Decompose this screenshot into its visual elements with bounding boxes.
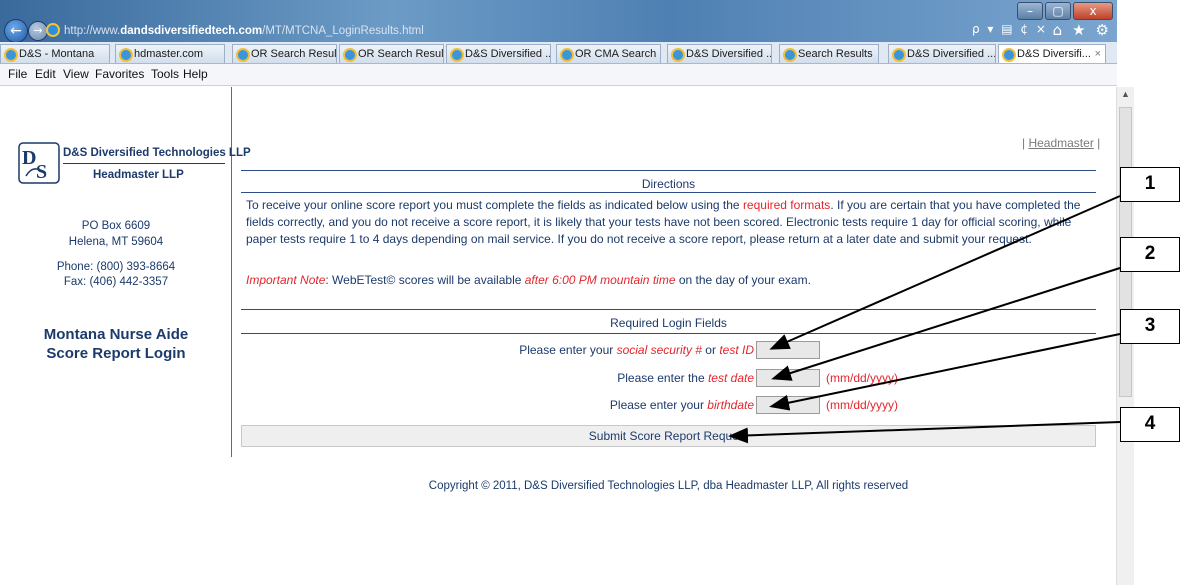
web-page: D S D&S Diversified Technologies LLP Hea… [0,87,1116,585]
tab-close-icon[interactable]: × [1095,45,1101,63]
tab-dands-montana[interactable]: D&S - Montana [0,44,110,63]
time-warning: after 6:00 PM mountain time [524,273,676,287]
directions-heading: Directions [641,177,696,191]
test-date-format: (mm/dd/yyyy) [826,371,898,385]
callout-1: 1 [1120,167,1180,202]
menu-view[interactable]: View [63,67,89,81]
company-subname: Headmaster LLP [93,169,184,181]
login-title-line-2: Score Report Login [46,345,186,362]
tab-dands-3[interactable]: D&S Diversified ... [888,44,996,63]
tab-dands-1[interactable]: D&S Diversified ... [446,44,551,63]
tab-strip: D&S - Montana hdmaster.com OR Search Res… [0,42,1117,64]
login-heading: Required Login Fields [610,316,727,330]
menu-tools[interactable]: Tools [151,67,179,81]
directions-bottom-rule [241,192,1096,193]
city-line: Helena, MT 59604 [68,236,164,248]
scroll-up-icon[interactable]: ▲ [1117,89,1134,103]
tab-or-search-2[interactable]: OR Search Results [339,44,444,63]
company-divider [63,163,225,164]
tab-dands-2[interactable]: D&S Diversified ... [667,44,772,63]
menu-favorites[interactable]: Favorites [95,67,144,81]
menu-file[interactable]: File [8,67,27,81]
home-icon[interactable]: ⌂ [1053,21,1063,39]
phone-line: Phone: (800) 393-8664 [56,261,176,273]
fax-line: Fax: (406) 442-3357 [63,276,169,288]
ds-logo: D S [18,142,60,184]
login-bottom-rule [241,333,1096,334]
headmaster-link[interactable]: Headmaster [1028,136,1093,150]
address-tools[interactable]: ρ ▾ ▤ ¢ × [972,22,1048,36]
tab-or-search-1[interactable]: OR Search Results [232,44,337,63]
url-prefix: http://www. [64,25,121,37]
tab-hdmaster[interactable]: hdmaster.com [115,44,225,63]
url-host: dandsdiversifiedtech.com [120,25,263,37]
important-note: Important Note: WebETest© scores will be… [246,273,811,287]
callout-4: 4 [1120,407,1180,442]
submit-score-report-button[interactable]: Submit Score Report Request [241,425,1096,447]
callout-2: 2 [1120,237,1180,272]
birthdate-format: (mm/dd/yyyy) [826,398,898,412]
menu-bar: File Edit View Favorites Tools Help [0,64,1117,86]
tab-active[interactable]: D&S Diversifi... × [998,44,1106,63]
important-note-label: Important Note [246,273,326,287]
toolbar-icons: ⌂ ★ ⚙ [1053,21,1109,39]
left-sidebar: D S D&S Diversified Technologies LLP Hea… [0,87,251,457]
ie-page-icon [46,23,60,37]
ssn-or-test-id-input[interactable] [756,341,820,359]
birthdate-label: Please enter your birthdate [609,398,754,412]
gear-icon[interactable]: ⚙ [1096,21,1109,39]
headmaster-link-wrapper: | Headmaster | [1022,136,1100,150]
svg-text:S: S [36,161,47,183]
company-name: D&S Diversified Technologies LLP [63,147,251,159]
po-box: PO Box 6609 [81,220,151,232]
url-path: /MT/MTCNA_LoginResults.html [262,25,424,37]
required-formats-text: required formats [742,198,831,212]
menu-edit[interactable]: Edit [35,67,56,81]
tab-or-cma[interactable]: OR CMA Search ... [556,44,661,63]
directions-top-rule [241,170,1096,171]
ssn-label: Please enter your social security # or t… [519,343,754,357]
birthdate-input[interactable] [756,396,820,414]
test-date-input[interactable] [756,369,820,387]
favorites-star-icon[interactable]: ★ [1072,21,1085,39]
login-title-line-1: Montana Nurse Aide [43,326,189,343]
login-top-rule [241,309,1096,310]
menu-help[interactable]: Help [183,67,208,81]
copyright-text: Copyright © 2011, D&S Diversified Techno… [428,480,909,492]
link-separator-right: | [1093,136,1101,150]
address-bar[interactable]: http://www.dandsdiversifiedtech.com/MT/M… [44,21,912,41]
active-tab-label: D&S Diversifi... [1017,48,1091,60]
back-icon[interactable]: ← [4,19,28,43]
tab-search-results[interactable]: Search Results [779,44,879,63]
directions-paragraph: To receive your online score report you … [246,198,1081,246]
test-date-label: Please enter the test date [617,371,754,385]
callout-3: 3 [1120,309,1180,344]
screenshot-root: – ▢ x ← → http://www.dandsdiversifiedtec… [0,0,1180,585]
navigation-row: ← → http://www.dandsdiversifiedtech.com/… [0,18,1117,44]
svg-text:D: D [22,147,36,169]
